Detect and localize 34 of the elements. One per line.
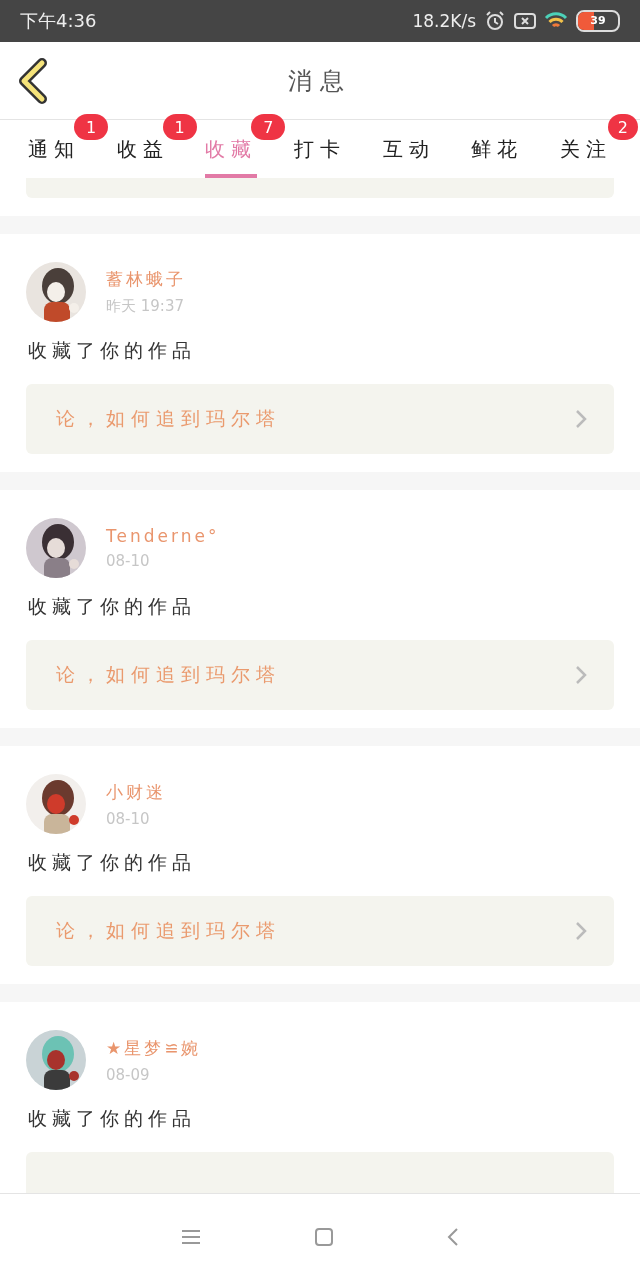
count-badge: 7 [251,114,286,140]
count-badge: 1 [74,114,108,140]
menu-icon[interactable] [180,1228,202,1246]
sim-off-icon [514,12,536,30]
message-text: 收藏了你的作品 [28,594,197,619]
tab[interactable]: 互动 [382,120,435,178]
work-link[interactable]: 论，如何追到玛尔塔 [26,384,614,454]
work-link[interactable]: 论，如何追到玛尔塔 [26,896,614,966]
chevron-right-icon [574,664,588,686]
message-text: 收藏了你的作品 [28,850,197,875]
home-button[interactable] [314,1227,334,1247]
message-time: 昨天 19:37 [106,297,185,316]
chevron-right-icon [574,408,588,430]
count-badge: 1 [162,114,197,140]
message-time: 08-10 [106,809,151,828]
work-link[interactable]: 论，如何追到玛尔塔 [26,640,614,710]
message-time: 08-10 [106,552,151,570]
network-speed: 18.2K/s [412,11,476,31]
chevron-right-icon [574,920,588,942]
tab[interactable]: 鲜花 [471,120,524,178]
user-name[interactable]: 蓄林蛾子 [106,268,186,291]
user-name[interactable]: 小财迷 [106,780,166,804]
alarm-clock-icon [484,10,506,32]
page-title: 消息 [288,65,352,97]
user-name[interactable]: Tenderne° [106,526,220,546]
back-icon[interactable] [446,1227,460,1247]
message-text: 收藏了你的作品 [28,1106,197,1131]
user-name[interactable]: ★星梦≌婉 [106,1036,202,1060]
tab[interactable]: 打卡 [293,120,346,178]
message-text: 收藏了你的作品 [28,338,197,363]
status-time: 下午4:36 [20,9,97,33]
message-time: 08-09 [106,1065,151,1084]
count-badge: 2 [607,114,638,140]
back-button[interactable] [16,58,50,104]
